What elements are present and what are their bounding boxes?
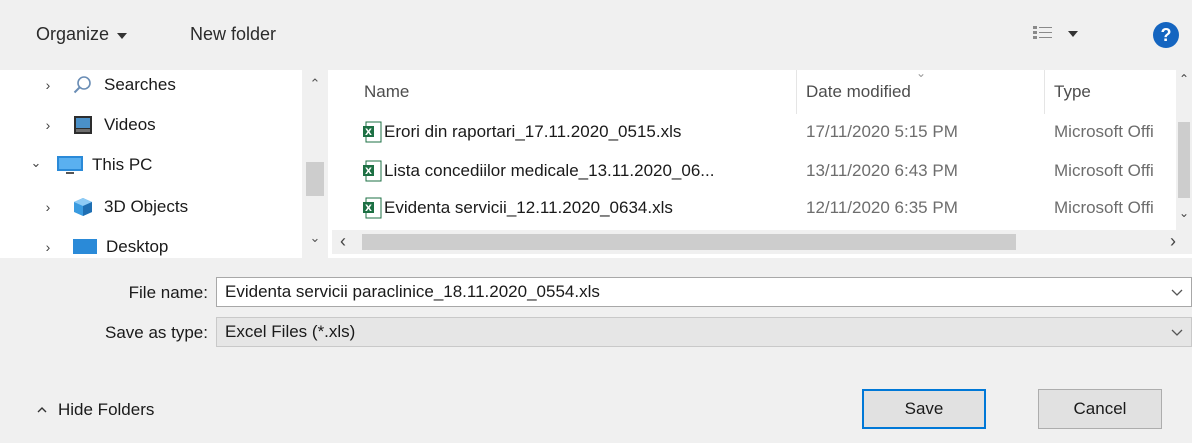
chevron-down-icon — [117, 32, 128, 39]
chevron-right-icon[interactable]: › — [40, 239, 56, 255]
nav-item-label: Videos — [104, 115, 156, 134]
svg-text:X: X — [365, 128, 372, 138]
chevron-up-icon — [37, 407, 47, 413]
navigation-pane: › Searches › Videos ⌄ This PC › 3D Objec… — [0, 70, 330, 258]
chevron-right-icon[interactable]: › — [40, 77, 56, 93]
column-divider[interactable] — [1044, 70, 1045, 114]
file-name-label: File name: — [128, 283, 208, 302]
cancel-button[interactable]: Cancel — [1038, 389, 1162, 429]
scroll-right-icon[interactable]: › — [1170, 231, 1176, 252]
new-folder-button[interactable]: New folder — [190, 24, 276, 45]
toolbar: Organize New folder ? — [0, 0, 1192, 70]
organize-button[interactable]: Organize — [36, 24, 128, 45]
nav-scrollbar[interactable]: ⌃ ⌄ — [302, 70, 328, 258]
scroll-down-icon[interactable]: ⌄ — [1176, 206, 1192, 220]
file-row[interactable]: X Erori din raportari_17.11.2020_0515.xl… — [332, 118, 1172, 148]
file-type: Microsoft Offi — [1054, 122, 1154, 141]
excel-file-icon: X — [363, 121, 382, 143]
column-header-name[interactable]: Name — [364, 70, 794, 114]
svg-text:X: X — [365, 204, 372, 214]
column-header-date-modified[interactable]: Date modified — [806, 70, 1042, 114]
3d-objects-icon — [74, 198, 92, 216]
file-browser: › Searches › Videos ⌄ This PC › 3D Objec… — [0, 70, 1192, 258]
file-row[interactable]: X Lista concediilor medicale_13.11.2020_… — [332, 157, 1172, 187]
chevron-down-icon[interactable] — [1171, 286, 1183, 298]
save-as-type-value: Excel Files (*.xls) — [225, 322, 356, 341]
view-options-icon — [1033, 26, 1052, 39]
file-name: Erori din raportari_17.11.2020_0515.xls — [384, 122, 682, 141]
file-list-vertical-scrollbar[interactable]: ⌃ ⌄ — [1176, 70, 1192, 230]
new-folder-label: New folder — [190, 24, 277, 44]
nav-item-desktop[interactable]: › Desktop — [0, 232, 300, 258]
nav-item-this-pc[interactable]: ⌄ This PC — [0, 150, 300, 180]
scroll-down-icon[interactable]: ⌄ — [302, 230, 328, 246]
excel-file-icon: X — [363, 197, 382, 219]
nav-item-label: Searches — [104, 75, 176, 94]
chevron-right-icon[interactable]: › — [40, 117, 56, 133]
help-icon[interactable]: ? — [1153, 22, 1179, 48]
scroll-thumb[interactable] — [306, 162, 324, 196]
scroll-thumb[interactable] — [362, 234, 1016, 250]
hide-folders-label: Hide Folders — [58, 400, 155, 419]
scroll-up-icon[interactable]: ⌃ — [1176, 72, 1192, 86]
column-header-label: Date modified — [806, 82, 911, 101]
nav-item-3d-objects[interactable]: › 3D Objects — [0, 192, 300, 222]
view-options-button[interactable] — [1032, 24, 1078, 42]
nav-item-label: 3D Objects — [104, 197, 189, 216]
file-row[interactable]: X Evidenta servicii_12.11.2020_0634.xls … — [332, 194, 1172, 224]
save-button[interactable]: Save — [862, 389, 986, 429]
file-name-value: Evidenta servicii paraclinice_18.11.2020… — [225, 282, 600, 301]
search-icon — [73, 76, 91, 94]
scroll-left-icon[interactable]: ‹ — [340, 231, 346, 252]
videos-folder-icon — [74, 116, 92, 134]
organize-label: Organize — [36, 24, 110, 44]
chevron-down-icon — [1068, 31, 1078, 37]
save-as-type-label: Save as type: — [104, 323, 208, 342]
svg-text:X: X — [365, 167, 372, 177]
file-date: 17/11/2020 5:15 PM — [806, 122, 958, 141]
hide-folders-button[interactable]: Hide Folders — [36, 400, 154, 420]
save-as-type-select[interactable]: Excel Files (*.xls) — [216, 317, 1192, 347]
file-type: Microsoft Offi — [1054, 198, 1154, 217]
chevron-down-icon[interactable] — [1171, 326, 1183, 338]
column-header-type[interactable]: Type — [1054, 70, 1174, 114]
nav-item-label: Desktop — [106, 237, 169, 256]
chevron-right-icon[interactable]: › — [40, 199, 56, 215]
excel-file-icon: X — [363, 160, 382, 182]
column-header-label: Type — [1054, 82, 1091, 101]
scroll-thumb[interactable] — [1178, 122, 1190, 198]
desktop-icon — [73, 239, 97, 254]
nav-item-searches[interactable]: › Searches — [0, 70, 300, 100]
file-date: 12/11/2020 6:35 PM — [806, 198, 958, 217]
nav-item-videos[interactable]: › Videos — [0, 110, 300, 140]
computer-icon — [57, 156, 83, 174]
file-name-field[interactable]: Evidenta servicii paraclinice_18.11.2020… — [216, 277, 1192, 307]
file-list-horizontal-scrollbar[interactable]: ‹ › — [332, 230, 1192, 254]
chevron-down-icon[interactable]: ⌄ — [28, 155, 44, 171]
scroll-up-icon[interactable]: ⌃ — [302, 76, 328, 92]
file-name: Evidenta servicii_12.11.2020_0634.xls — [384, 198, 673, 217]
file-date: 13/11/2020 6:43 PM — [806, 161, 958, 180]
file-type: Microsoft Offi — [1054, 161, 1154, 180]
column-header-label: Name — [364, 82, 410, 101]
column-divider[interactable] — [796, 70, 797, 114]
nav-item-label: This PC — [92, 155, 153, 174]
file-name: Lista concediilor medicale_13.11.2020_06… — [384, 161, 715, 180]
